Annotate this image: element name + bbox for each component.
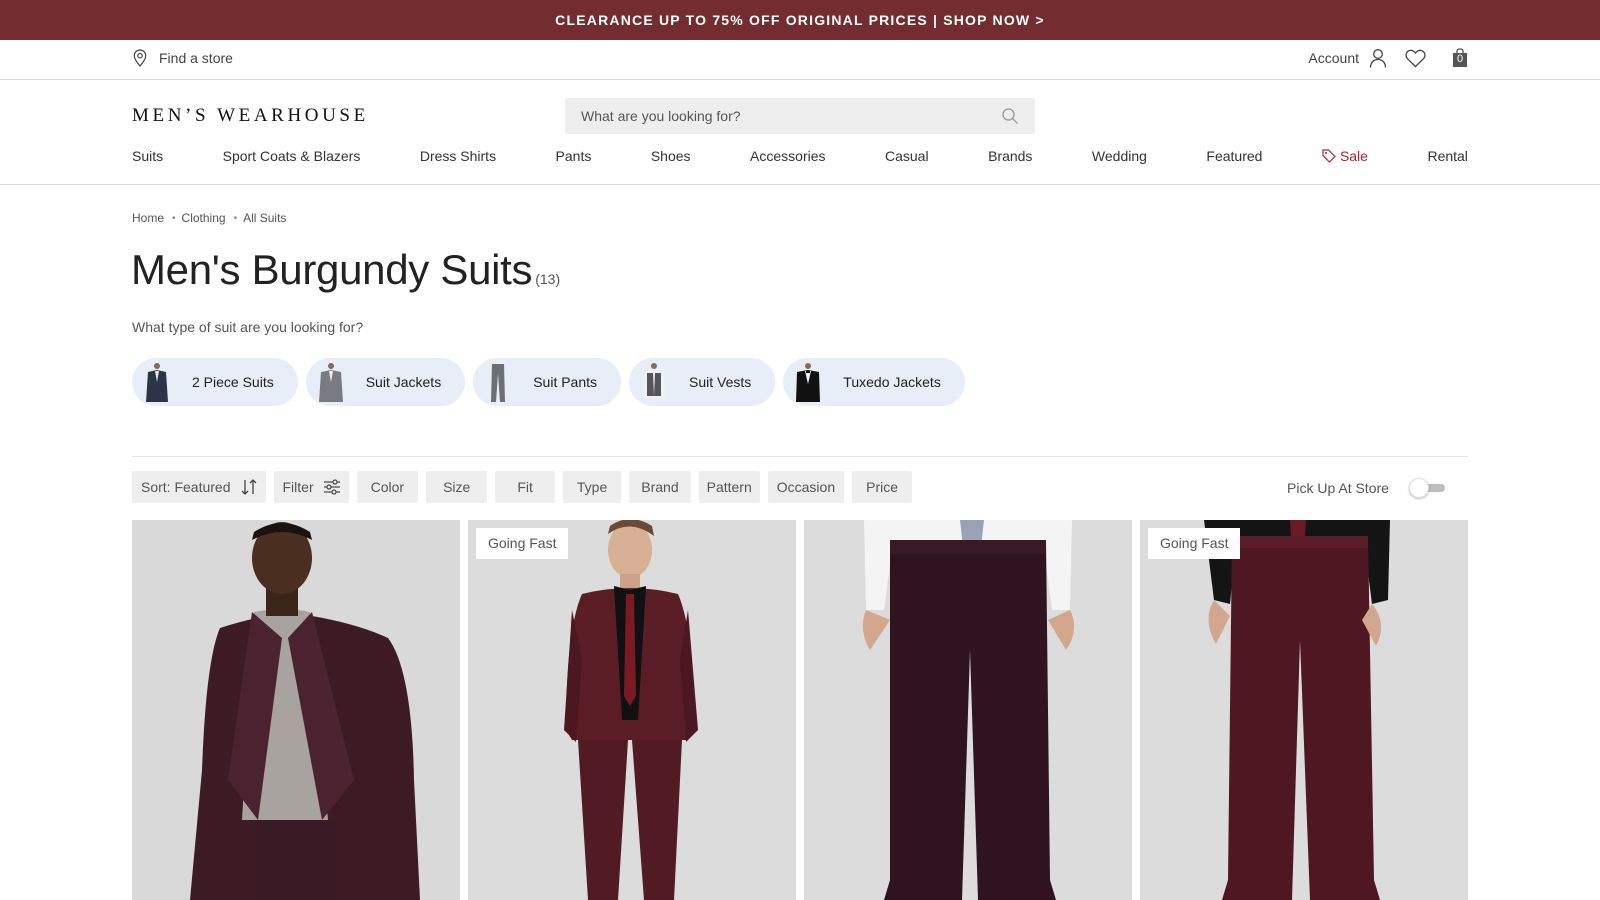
nav-item-brands[interactable]: Brands [988, 148, 1032, 164]
model-burgundy-jacket-image [132, 520, 460, 900]
account-link[interactable]: Account [1308, 48, 1387, 68]
breadcrumb-clothing[interactable]: Clothing [182, 211, 226, 225]
product-card[interactable]: Going Fast [468, 520, 796, 900]
nav-item-sale[interactable]: Sale [1322, 148, 1368, 164]
nav-item-pants[interactable]: Pants [556, 148, 592, 164]
sort-button[interactable]: Sort: Featured [132, 471, 266, 503]
pill-label: Suit Pants [533, 374, 598, 390]
navy-suit-thumb-icon [142, 362, 172, 402]
facet-label: Brand [641, 479, 679, 495]
result-count: (13) [535, 271, 561, 287]
logo-text: MEN’S WEARHOUSE [132, 105, 369, 126]
section-divider [132, 456, 1468, 457]
promo-text[interactable]: CLEARANCE UP TO 75% OFF ORIGINAL PRICES … [555, 12, 1045, 28]
user-icon [1369, 48, 1387, 68]
filter-button[interactable]: Filter [273, 471, 349, 503]
facet-label: Color [370, 479, 405, 495]
facet-pattern[interactable]: Pattern [698, 471, 760, 503]
find-store-label: Find a store [159, 50, 233, 66]
facet-price[interactable]: Price [852, 471, 913, 503]
filter-label: Filter [282, 479, 314, 495]
breadcrumb-all-suits[interactable]: All Suits [243, 211, 286, 225]
location-pin-icon [133, 49, 147, 67]
price-tag-icon [1322, 149, 1336, 163]
suit-type-prompt: What type of suit are you looking for? [132, 319, 364, 335]
facet-type[interactable]: Type [562, 471, 622, 503]
facet-size[interactable]: Size [426, 471, 488, 503]
search-input[interactable] [581, 108, 961, 124]
pill-label: 2 Piece Suits [192, 374, 274, 390]
nav-item-shoes[interactable]: Shoes [651, 148, 691, 164]
going-fast-badge: Going Fast [476, 528, 569, 559]
nav-item-casual[interactable]: Casual [885, 148, 929, 164]
facet-label: Type [576, 479, 608, 495]
search-bar[interactable] [565, 98, 1035, 134]
facet-fit[interactable]: Fit [495, 471, 555, 503]
promo-banner[interactable]: CLEARANCE UP TO 75% OFF ORIGINAL PRICES … [0, 0, 1600, 40]
burgundy-pants-white-shirt-image [804, 520, 1132, 900]
breadcrumb-separator: • [233, 212, 238, 224]
product-card[interactable] [132, 520, 460, 900]
sort-arrows-icon [240, 478, 258, 496]
product-card[interactable] [804, 520, 1132, 900]
pill-suit-pants[interactable]: Suit Pants [473, 358, 622, 406]
nav-sale-label: Sale [1339, 148, 1368, 164]
nav-item-accessories[interactable]: Accessories [750, 148, 825, 164]
nav-divider [0, 184, 1600, 185]
facet-label: Fit [517, 479, 533, 495]
facet-label: Price [866, 479, 899, 495]
pill-label: Suit Jackets [365, 374, 442, 390]
shopping-bag-icon[interactable]: 0 [1452, 48, 1468, 68]
page-header: Men's Burgundy Suits (13) [131, 246, 560, 294]
grey-vest-thumb-icon [639, 362, 669, 402]
pickup-label: Pick Up At Store [1287, 480, 1389, 496]
product-grid: Going Fast Going Fast [132, 520, 1468, 900]
breadcrumb: Home • Clothing • All Suits [132, 211, 286, 225]
toggle-knob [1408, 478, 1429, 498]
going-fast-badge: Going Fast [1148, 528, 1241, 559]
product-card[interactable]: Going Fast [1140, 520, 1468, 900]
pickup-toggle[interactable] [1408, 478, 1447, 498]
find-store-link[interactable]: Find a store [133, 49, 233, 67]
nav-item-suits[interactable]: Suits [132, 148, 163, 164]
page-title: Men's Burgundy Suits [131, 246, 533, 293]
grey-pants-thumb-icon [483, 362, 513, 402]
pill-2-piece-suits[interactable]: 2 Piece Suits [132, 358, 298, 406]
nav-item-rental[interactable]: Rental [1427, 148, 1467, 164]
facet-label: Occasion [776, 479, 836, 495]
nav-item-sport-coats-blazers[interactable]: Sport Coats & Blazers [223, 148, 361, 164]
nav-item-wedding[interactable]: Wedding [1092, 148, 1147, 164]
burgundy-pants-black-shirt-image [1140, 520, 1468, 900]
suit-type-pills: 2 Piece Suits Suit Jackets Suit Pants Su… [132, 358, 965, 406]
pickup-toggle-row: Pick Up At Store [1287, 478, 1447, 498]
facet-occasion[interactable]: Occasion [767, 471, 845, 503]
pill-label: Tuxedo Jackets [843, 374, 941, 390]
pill-suit-jackets[interactable]: Suit Jackets [305, 358, 466, 406]
breadcrumb-separator: • [172, 212, 176, 224]
facet-color[interactable]: Color [356, 471, 419, 503]
breadcrumb-home[interactable]: Home [132, 211, 164, 225]
black-tuxedo-thumb-icon [793, 362, 823, 402]
facet-label: Size [443, 479, 471, 495]
main-nav: Suits Sport Coats & Blazers Dress Shirts… [132, 148, 1468, 164]
search-icon[interactable] [1001, 107, 1019, 125]
facet-label: Pattern [706, 479, 752, 495]
account-label: Account [1308, 50, 1359, 66]
grey-jacket-thumb-icon [316, 362, 346, 402]
brand-logo[interactable]: MEN’S WEARHOUSE [132, 105, 369, 127]
heart-icon[interactable] [1405, 49, 1426, 68]
facet-brand[interactable]: Brand [629, 471, 691, 503]
filter-bar: Sort: Featured Filter Color Size Fit Typ… [132, 471, 913, 503]
pill-label: Suit Vests [689, 374, 752, 390]
pill-tuxedo-jackets[interactable]: Tuxedo Jackets [783, 358, 965, 406]
cart-count: 0 [1456, 53, 1464, 65]
utility-right: Account 0 [1308, 48, 1468, 68]
nav-item-featured[interactable]: Featured [1206, 148, 1262, 164]
sort-label: Sort: Featured [141, 479, 231, 495]
pill-suit-vests[interactable]: Suit Vests [629, 358, 776, 406]
model-burgundy-suit-image [468, 520, 796, 900]
sliders-icon [323, 479, 341, 495]
utility-bar: Find a store Account 0 [0, 40, 1600, 80]
nav-item-dress-shirts[interactable]: Dress Shirts [420, 148, 496, 164]
